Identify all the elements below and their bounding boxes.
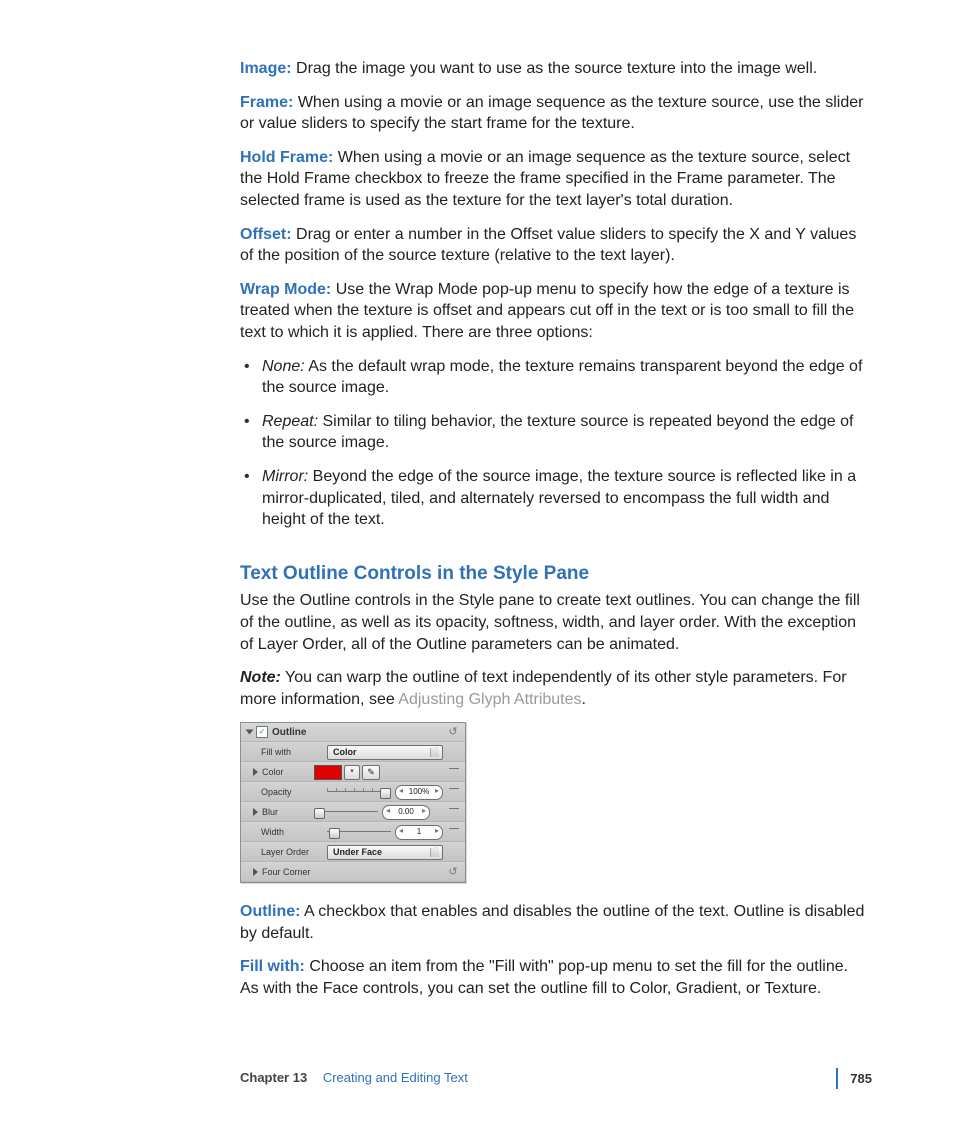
row-opacity: Opacity ◂100%▸ [241, 782, 465, 802]
opacity-slider[interactable] [327, 786, 391, 798]
outline-checkbox[interactable]: ✓ [256, 726, 268, 738]
width-label: Width [247, 826, 327, 838]
blur-value[interactable]: ◂0.00▸ [382, 805, 430, 820]
row-blur: Blur ◂0.00▸ [241, 802, 465, 822]
def-wrap: Wrap Mode: Use the Wrap Mode pop-up menu… [240, 279, 868, 344]
wrap-none-name: None: [262, 358, 305, 375]
wrap-none-text: As the default wrap mode, the texture re… [262, 358, 862, 397]
layerorder-popup[interactable]: Under Face▴▾ [327, 845, 443, 860]
wrap-repeat-text: Similar to tiling behavior, the texture … [262, 413, 854, 452]
list-item: None: As the default wrap mode, the text… [262, 356, 868, 399]
panel-header[interactable]: ✓ Outline ↺ [241, 723, 465, 742]
wrap-repeat-name: Repeat: [262, 413, 318, 430]
opacity-label: Opacity [247, 786, 327, 798]
row-fourcorner: Four Corner ↺ [241, 862, 465, 882]
opacity-value[interactable]: ◂100%▸ [395, 785, 443, 800]
wrap-mode-list: None: As the default wrap mode, the text… [240, 356, 868, 531]
eyedropper-icon[interactable]: ✎ [362, 765, 380, 780]
fourcorner-label: Four Corner [262, 866, 328, 878]
chapter-number: Chapter 13 [240, 1070, 307, 1085]
def-fillwith-text: Choose an item from the "Fill with" pop-… [240, 958, 848, 997]
color-label: Color [262, 766, 314, 778]
blur-label: Blur [262, 806, 314, 818]
def-image: Image: Drag the image you want to use as… [240, 58, 868, 80]
def-wrap-text: Use the Wrap Mode pop-up menu to specify… [240, 281, 854, 341]
color-popup[interactable]: ▾ [344, 765, 360, 780]
def-wrap-label: Wrap Mode: [240, 281, 331, 298]
def-offset-label: Offset: [240, 226, 292, 243]
def-image-text: Drag the image you want to use as the so… [296, 60, 817, 77]
def-outline-text: A checkbox that enables and disables the… [240, 903, 864, 942]
color-swatch[interactable] [314, 765, 342, 780]
row-layerorder: Layer Order Under Face▴▾ [241, 842, 465, 862]
content-column: Image: Drag the image you want to use as… [240, 58, 868, 1012]
disclosure-triangle-icon[interactable] [253, 808, 258, 816]
note-tail: . [582, 691, 586, 708]
def-fillwith: Fill with: Choose an item from the "Fill… [240, 956, 868, 999]
row-width: Width ◂1▸ [241, 822, 465, 842]
section-intro: Use the Outline controls in the Style pa… [240, 590, 868, 655]
def-outline-label: Outline: [240, 903, 300, 920]
disclosure-triangle-icon[interactable] [253, 768, 258, 776]
row-fillwith: Fill with Color▴▾ [241, 742, 465, 762]
reset-dash-icon[interactable] [449, 808, 459, 809]
def-image-label: Image: [240, 60, 292, 77]
reset-icon[interactable]: ↺ [447, 726, 459, 738]
reset-icon[interactable]: ↺ [447, 866, 459, 878]
chapter-title: Creating and Editing Text [323, 1070, 468, 1085]
reset-dash-icon[interactable] [449, 828, 459, 829]
def-offset: Offset: Drag or enter a number in the Of… [240, 224, 868, 267]
width-value[interactable]: ◂1▸ [395, 825, 443, 840]
page-footer: Chapter 13 Creating and Editing Text 785 [240, 1070, 872, 1085]
def-fillwith-label: Fill with: [240, 958, 305, 975]
fillwith-popup[interactable]: Color▴▾ [327, 745, 443, 760]
wrap-mirror-name: Mirror: [262, 468, 308, 485]
reset-dash-icon[interactable] [449, 768, 459, 769]
def-hold: Hold Frame: When using a movie or an ima… [240, 147, 868, 212]
section-heading: Text Outline Controls in the Style Pane [240, 561, 868, 587]
def-frame-text: When using a movie or an image sequence … [240, 94, 863, 133]
disclosure-triangle-icon[interactable] [246, 730, 254, 735]
reset-dash-icon[interactable] [449, 788, 459, 789]
list-item: Mirror: Beyond the edge of the source im… [262, 466, 868, 531]
note-label: Note: [240, 669, 281, 686]
blur-slider[interactable] [314, 806, 378, 818]
panel-title: Outline [272, 726, 338, 740]
width-slider[interactable] [327, 826, 391, 838]
row-color: Color ▾ ✎ [241, 762, 465, 782]
list-item: Repeat: Similar to tiling behavior, the … [262, 411, 868, 454]
page-number: 785 [836, 1068, 872, 1089]
def-hold-label: Hold Frame: [240, 149, 333, 166]
def-frame: Frame: When using a movie or an image se… [240, 92, 868, 135]
section-note: Note: You can warp the outline of text i… [240, 667, 868, 710]
wrap-mirror-text: Beyond the edge of the source image, the… [262, 468, 856, 528]
disclosure-triangle-icon[interactable] [253, 868, 258, 876]
page: Image: Drag the image you want to use as… [0, 0, 954, 1145]
def-offset-text: Drag or enter a number in the Offset val… [240, 226, 856, 265]
layerorder-label: Layer Order [247, 846, 327, 858]
outline-inspector-panel: ✓ Outline ↺ Fill with Color▴▾ Color ▾ ✎ … [240, 722, 466, 883]
note-link[interactable]: Adjusting Glyph Attributes [398, 691, 581, 708]
fillwith-label: Fill with [247, 746, 327, 758]
def-frame-label: Frame: [240, 94, 293, 111]
def-outline: Outline: A checkbox that enables and dis… [240, 901, 868, 944]
